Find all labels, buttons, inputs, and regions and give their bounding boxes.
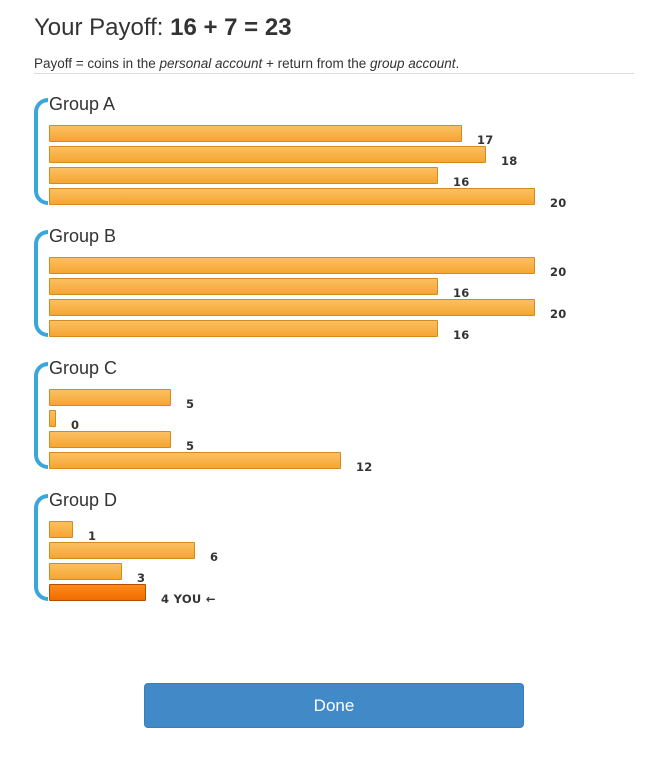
group-c: Group C 5 0 5 12 bbox=[34, 356, 634, 476]
contribution-label: 16 bbox=[453, 175, 470, 189]
payoff-explanation: Payoff = coins in the personal account +… bbox=[34, 56, 459, 71]
contribution-label: 20 bbox=[550, 196, 567, 210]
contribution-bar bbox=[49, 320, 438, 337]
contribution-bar bbox=[49, 257, 535, 274]
group-d: Group D 1 6 3 4 YOU ← bbox=[34, 488, 634, 608]
contribution-label: 17 bbox=[477, 133, 494, 147]
contribution-label: 20 bbox=[550, 307, 567, 321]
group-b: Group B 20 16 20 16 bbox=[34, 224, 634, 344]
contribution-bar-you bbox=[49, 584, 146, 601]
contribution-label: 20 bbox=[550, 265, 567, 279]
title-prefix: Your Payoff: bbox=[34, 14, 171, 41]
group-name: Group D bbox=[49, 490, 118, 510]
explanation-part1: Payoff = coins in the bbox=[34, 56, 160, 71]
contribution-label: 3 bbox=[137, 571, 146, 585]
contribution-bar bbox=[49, 410, 56, 427]
contribution-label: 5 bbox=[186, 439, 195, 453]
group-bracket bbox=[34, 230, 48, 337]
contribution-bar bbox=[49, 278, 438, 295]
contribution-label: 16 bbox=[453, 328, 470, 342]
contribution-label: 16 bbox=[453, 286, 470, 300]
contribution-label: 1 bbox=[88, 529, 97, 543]
contribution-bar bbox=[49, 299, 535, 316]
explanation-part2: + return from the bbox=[262, 56, 370, 71]
contribution-label: 18 bbox=[501, 154, 518, 168]
contribution-bar bbox=[49, 521, 73, 538]
contribution-bar bbox=[49, 146, 486, 163]
contribution-bar bbox=[49, 389, 171, 406]
contribution-label: 5 bbox=[186, 397, 195, 411]
personal-account-term: personal account bbox=[159, 56, 263, 71]
group-name: Group A bbox=[49, 94, 116, 114]
page-title: Your Payoff: 16 + 7 = 23 bbox=[34, 14, 292, 42]
group-name: Group B bbox=[49, 226, 117, 246]
contribution-label: 0 bbox=[71, 418, 80, 432]
header-divider bbox=[34, 73, 634, 74]
group-name: Group C bbox=[49, 358, 118, 378]
group-a: Group A 17 18 16 20 bbox=[34, 92, 634, 212]
group-bracket bbox=[34, 362, 48, 469]
contribution-label: 6 bbox=[210, 550, 219, 564]
contribution-label: 12 bbox=[356, 460, 373, 474]
contribution-bar bbox=[49, 431, 171, 448]
contribution-label-you: 4 YOU ← bbox=[161, 592, 216, 606]
group-bracket bbox=[34, 98, 48, 205]
contribution-bar bbox=[49, 542, 195, 559]
contribution-bar bbox=[49, 188, 535, 205]
payoff-equation: 16 + 7 = 23 bbox=[170, 14, 292, 41]
contribution-bar bbox=[49, 452, 341, 469]
done-button[interactable]: Done bbox=[144, 683, 524, 728]
explanation-part3: . bbox=[455, 56, 460, 71]
contribution-bar bbox=[49, 125, 462, 142]
contribution-bar bbox=[49, 167, 438, 184]
group-account-term: group account bbox=[369, 56, 456, 71]
group-bracket bbox=[34, 494, 48, 601]
contribution-bar bbox=[49, 563, 122, 580]
